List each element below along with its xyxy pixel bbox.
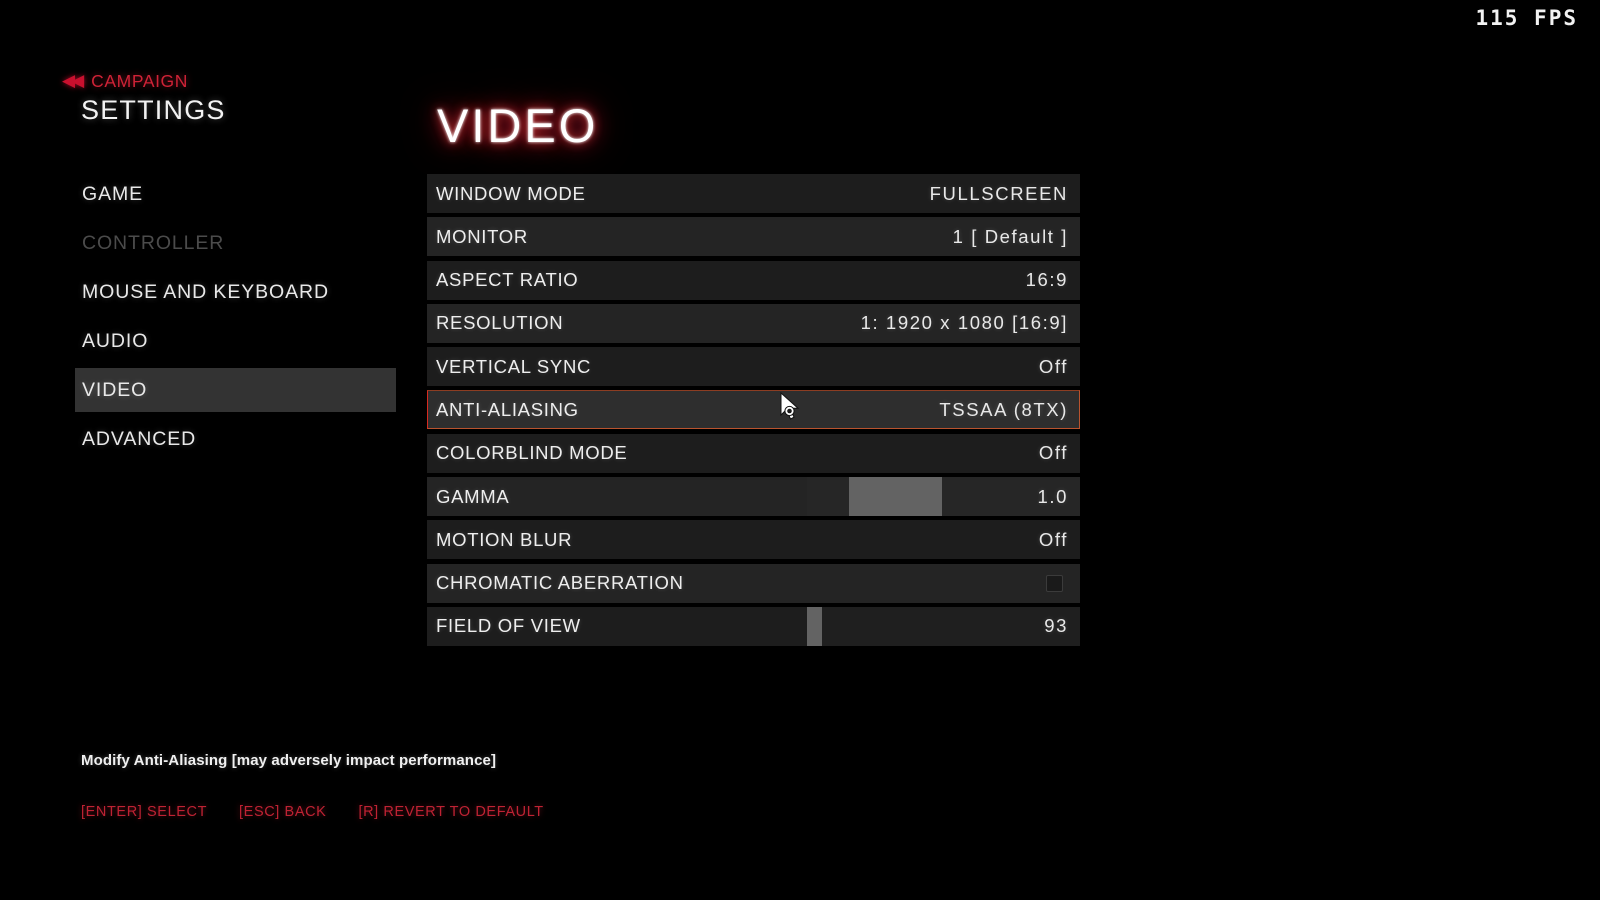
setting-row-resolution[interactable]: RESOLUTION 1: 1920 x 1080 [16:9]: [427, 303, 1080, 343]
key-hint-2[interactable]: [R] REVERT TO DEFAULT: [358, 804, 543, 820]
fps-counter: 115 FPS: [1475, 6, 1578, 30]
slider-fill[interactable]: [849, 477, 943, 517]
setting-label: VERTICAL SYNC: [436, 355, 592, 377]
setting-label: GAMMA: [436, 485, 510, 507]
sidebar-item-game[interactable]: GAME: [75, 172, 396, 216]
setting-label: ASPECT RATIO: [436, 269, 579, 291]
setting-row-colorblind-mode[interactable]: COLORBLIND MODE Off: [427, 433, 1080, 473]
sidebar-item-controller: CONTROLLER: [75, 221, 396, 265]
slider-fill[interactable]: [807, 606, 822, 646]
key-hint-1[interactable]: [ESC] BACK: [239, 804, 326, 820]
breadcrumb[interactable]: ◀◀ CAMPAIGN: [62, 70, 226, 92]
setting-value[interactable]: FULLSCREEN: [930, 183, 1068, 205]
setting-row-monitor[interactable]: MONITOR 1 [ Default ]: [427, 217, 1080, 257]
setting-label: MOTION BLUR: [436, 528, 573, 550]
sidebar-item-video[interactable]: VIDEO: [75, 368, 396, 412]
sidebar-item-label: CONTROLLER: [82, 231, 225, 254]
sidebar-item-label: GAME: [82, 182, 144, 205]
setting-checkbox[interactable]: [1046, 574, 1063, 592]
setting-row-chromatic-aberration[interactable]: CHROMATIC ABERRATION: [427, 563, 1080, 603]
setting-description: Modify Anti-Aliasing [may adversely impa…: [81, 752, 497, 769]
setting-label: COLORBLIND MODE: [436, 442, 628, 464]
breadcrumb-campaign-label: CAMPAIGN: [91, 70, 189, 91]
setting-row-gamma[interactable]: GAMMA 1.0: [427, 477, 1080, 517]
setting-value[interactable]: 1.0: [1037, 486, 1068, 508]
setting-value[interactable]: Off: [1039, 356, 1068, 378]
setting-value[interactable]: TSSAA (8TX): [939, 399, 1068, 421]
sidebar-item-audio[interactable]: AUDIO: [75, 319, 396, 363]
setting-label: WINDOW MODE: [436, 182, 586, 204]
sidebar-item-label: AUDIO: [82, 329, 149, 352]
setting-label: ANTI-ALIASING: [436, 398, 579, 420]
setting-row-vertical-sync[interactable]: VERTICAL SYNC Off: [427, 347, 1080, 387]
setting-label: FIELD OF VIEW: [436, 615, 581, 637]
setting-row-aspect-ratio[interactable]: ASPECT RATIO 16:9: [427, 260, 1080, 300]
settings-sidebar: GAME CONTROLLER MOUSE AND KEYBOARD AUDIO VID…: [75, 172, 396, 466]
setting-row-window-mode[interactable]: WINDOW MODE FULLSCREEN: [427, 174, 1080, 213]
setting-value[interactable]: 16:9: [1026, 269, 1068, 291]
page-title-settings: SETTINGS: [81, 95, 226, 125]
sidebar-item-mouse-and-keyboard[interactable]: MOUSE AND KEYBOARD: [75, 270, 396, 314]
sidebar-item-advanced[interactable]: ADVANCED: [75, 417, 396, 461]
settings-list: WINDOW MODE FULLSCREEN MONITOR 1 [ Default …: [427, 174, 1080, 650]
setting-value[interactable]: Off: [1039, 529, 1068, 551]
sidebar-item-label: ADVANCED: [82, 427, 197, 450]
key-hint-bar: [ENTER] SELECT [ESC] BACK [R] REVERT TO DE…: [81, 804, 544, 820]
setting-row-field-of-view[interactable]: FIELD OF VIEW 93: [427, 606, 1080, 646]
section-title-video: VIDEO: [437, 99, 599, 152]
setting-row-anti-aliasing[interactable]: ANTI-ALIASING TSSAA (8TX): [427, 390, 1080, 430]
back-arrow-icon[interactable]: ◀◀: [62, 72, 84, 89]
setting-label: MONITOR: [436, 225, 528, 247]
slider-track[interactable]: [807, 606, 1080, 646]
setting-label: RESOLUTION: [436, 312, 564, 334]
setting-row-motion-blur[interactable]: MOTION BLUR Off: [427, 520, 1080, 560]
header-block: ◀◀ CAMPAIGN SETTINGS: [62, 70, 226, 126]
setting-value[interactable]: 1: 1920 x 1080 [16:9]: [861, 312, 1068, 334]
setting-value[interactable]: Off: [1039, 442, 1068, 464]
setting-value[interactable]: 93: [1044, 615, 1068, 637]
sidebar-item-label: MOUSE AND KEYBOARD: [82, 280, 330, 303]
setting-label: CHROMATIC ABERRATION: [436, 572, 684, 594]
sidebar-item-label: VIDEO: [82, 378, 148, 401]
key-hint-0[interactable]: [ENTER] SELECT: [81, 804, 207, 820]
setting-value[interactable]: 1 [ Default ]: [953, 226, 1068, 248]
